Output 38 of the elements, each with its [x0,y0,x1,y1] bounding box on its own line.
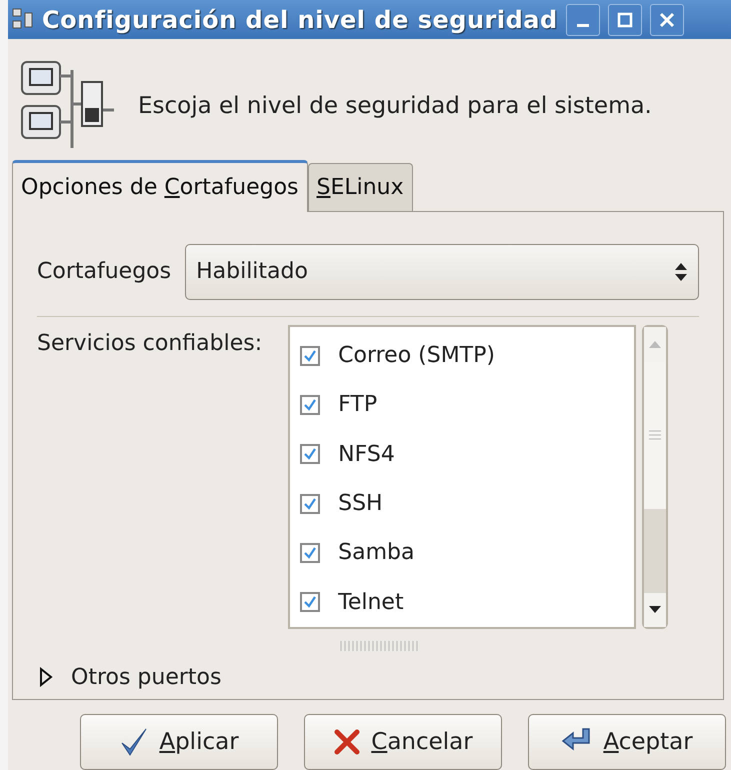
checkbox[interactable] [300,542,320,563]
cancel-button[interactable]: Cancelar [304,714,502,770]
service-name: Samba [338,540,414,566]
firewall-label: Cortafuegos [37,259,172,284]
trusted-services-label: Servicios confiables: [37,330,262,356]
scroll-down-arrow-icon [649,606,662,614]
service-name: FTP [338,392,378,418]
other-ports-expander[interactable]: Otros puertos [39,664,222,690]
service-name: Correo (SMTP) [338,343,495,368]
checkbox[interactable] [300,494,320,514]
header-text: Escoja el nivel de seguridad para el sistema. [138,92,652,119]
checkmark-icon [119,727,150,757]
tab[interactable]: SELinux [308,162,413,211]
window-title: Configuración del nivel de seguridad [42,6,558,34]
checkbox[interactable] [300,592,320,612]
up-down-arrows-icon [674,260,688,283]
checkbox[interactable] [300,394,320,415]
maximize-button[interactable] [608,4,642,36]
scroll-up-arrow-icon [649,340,662,348]
maximize-icon [616,12,633,28]
expander-triangle-icon [39,667,53,688]
service-name: Telnet [338,590,404,615]
ok-button[interactable]: Aceptar [528,714,726,770]
minimize-button[interactable] [566,4,600,36]
firewall-dropdown[interactable]: Habilitado [185,244,699,300]
close-icon [658,12,675,28]
checkbox[interactable] [300,444,320,464]
checkbox[interactable] [300,346,320,366]
minimize-icon [576,24,589,28]
grip-lines-icon [649,430,662,440]
scrollbar-thumb[interactable] [644,508,666,593]
tab[interactable]: Opciones de Cortafuegos [12,160,308,212]
service-name: SSH [338,491,383,516]
close-icon [333,728,362,756]
apply-button[interactable]: Aplicar [80,714,278,770]
scrollbar[interactable] [642,324,668,629]
close-button[interactable] [650,4,684,36]
service-name: NFS4 [338,442,395,467]
